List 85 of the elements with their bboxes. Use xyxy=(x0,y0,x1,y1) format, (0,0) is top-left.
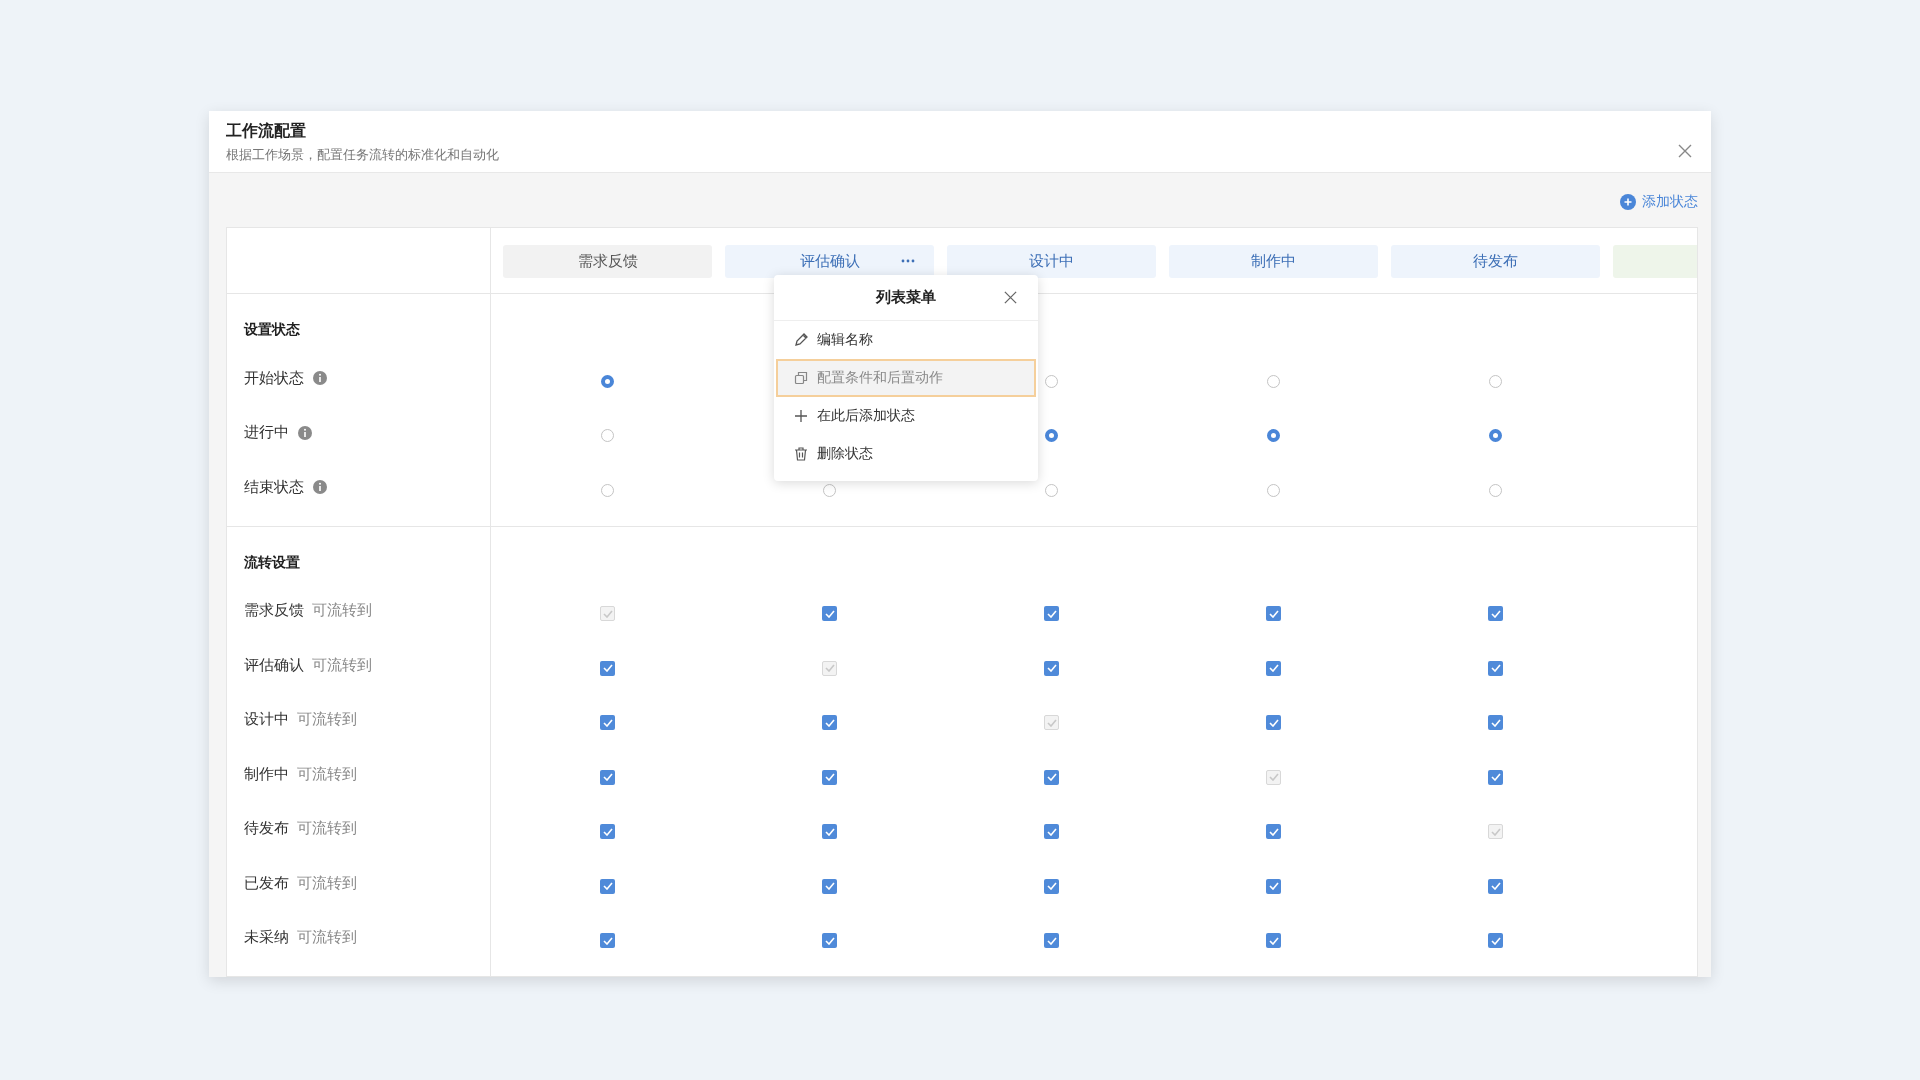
row-hint: 可流转到 xyxy=(297,764,357,784)
radio-button[interactable] xyxy=(823,483,836,497)
section-title: 流转设置 xyxy=(244,553,301,572)
checkbox[interactable] xyxy=(600,769,615,785)
checkbox[interactable] xyxy=(1266,824,1281,840)
radio-button[interactable] xyxy=(1489,374,1502,388)
dialog-subtitle: 根据工作场景，配置任务流转的标准化和自动化 xyxy=(226,146,499,164)
checkbox[interactable] xyxy=(600,660,615,676)
menu-item[interactable]: 配置条件和后置动作 xyxy=(776,359,1036,397)
row-label: 结束状态 xyxy=(244,477,304,497)
close-icon[interactable] xyxy=(1677,143,1693,159)
checkbox[interactable] xyxy=(1488,660,1503,676)
checkbox[interactable] xyxy=(1266,933,1281,949)
info-icon xyxy=(312,370,328,387)
checkbox[interactable] xyxy=(1044,933,1059,949)
row-hint: 可流转到 xyxy=(312,655,372,675)
pencil-icon xyxy=(793,332,809,348)
row-label: 制作中 xyxy=(244,764,289,784)
menu-title: 列表菜单 xyxy=(876,288,936,307)
checkbox[interactable] xyxy=(1044,660,1059,676)
checkbox[interactable] xyxy=(822,824,837,840)
row-label: 待发布 xyxy=(244,819,289,839)
menu-item[interactable]: 删除状态 xyxy=(776,435,1036,473)
row-label: 评估确认 xyxy=(244,655,304,675)
row-hint: 可流转到 xyxy=(297,873,357,893)
checkbox[interactable] xyxy=(822,878,837,894)
trash-icon xyxy=(793,446,809,462)
row-label: 已发布 xyxy=(244,873,289,893)
status-column-header[interactable]: 设计中 xyxy=(947,245,1156,278)
row-hint: 可流转到 xyxy=(297,710,357,730)
row-hint: 可流转到 xyxy=(297,928,357,948)
status-column-header[interactable]: 制作中 xyxy=(1169,245,1378,278)
checkbox[interactable] xyxy=(1266,660,1281,676)
status-column-header[interactable]: 评估确认 xyxy=(725,245,934,278)
radio-button[interactable] xyxy=(1267,429,1280,443)
checkbox[interactable] xyxy=(1266,878,1281,894)
add-status-button[interactable]: 添加状态 xyxy=(1620,190,1698,213)
checkbox[interactable] xyxy=(1044,606,1059,622)
checkbox[interactable] xyxy=(822,715,837,731)
row-label: 设计中 xyxy=(244,710,289,730)
radio-button[interactable] xyxy=(601,429,614,443)
checkbox[interactable] xyxy=(1488,933,1503,949)
checkbox[interactable] xyxy=(822,606,837,622)
section-title: 设置状态 xyxy=(244,321,301,339)
status-column-header[interactable]: 待发布 xyxy=(1391,245,1600,278)
checkbox[interactable] xyxy=(1266,606,1281,622)
info-icon xyxy=(312,479,328,496)
checkbox[interactable] xyxy=(1488,606,1503,622)
row-label: 开始状态 xyxy=(244,368,304,388)
row-label: 进行中 xyxy=(244,423,289,443)
radio-button[interactable] xyxy=(1045,483,1058,497)
checkbox[interactable] xyxy=(1044,878,1059,894)
checkbox[interactable] xyxy=(1488,769,1503,785)
radio-button[interactable] xyxy=(1045,429,1058,443)
checkbox[interactable] xyxy=(600,824,615,840)
radio-button[interactable] xyxy=(1489,429,1502,443)
radio-button[interactable] xyxy=(1489,483,1502,497)
plus-icon xyxy=(793,408,809,424)
close-icon[interactable] xyxy=(1003,290,1018,305)
checkbox[interactable] xyxy=(822,933,837,949)
radio-button[interactable] xyxy=(1267,374,1280,388)
row-hint: 可流转到 xyxy=(312,601,372,621)
copy-icon xyxy=(793,370,809,386)
radio-button[interactable] xyxy=(601,483,614,497)
status-column-header[interactable]: 需求反馈 xyxy=(503,245,712,278)
checkbox[interactable] xyxy=(1488,878,1503,894)
menu-item[interactable]: 在此后添加状态 xyxy=(776,397,1036,435)
checkbox[interactable] xyxy=(600,878,615,894)
row-hint: 可流转到 xyxy=(297,819,357,839)
dialog-title: 工作流配置 xyxy=(226,121,307,142)
radio-button[interactable] xyxy=(601,374,614,388)
menu-item[interactable]: 编辑名称 xyxy=(776,321,1036,359)
row-label: 未采纳 xyxy=(244,928,289,948)
radio-button[interactable] xyxy=(1267,483,1280,497)
plus-circle-icon xyxy=(1620,193,1636,210)
checkbox[interactable] xyxy=(1044,824,1059,840)
info-icon xyxy=(297,424,313,441)
checkbox[interactable] xyxy=(1266,715,1281,731)
checkbox[interactable] xyxy=(600,933,615,949)
radio-button[interactable] xyxy=(1045,374,1058,388)
row-label: 需求反馈 xyxy=(244,601,304,621)
checkbox[interactable] xyxy=(600,715,615,731)
checkbox[interactable] xyxy=(822,769,837,785)
checkbox[interactable] xyxy=(1044,769,1059,785)
checkbox[interactable] xyxy=(1488,715,1503,731)
